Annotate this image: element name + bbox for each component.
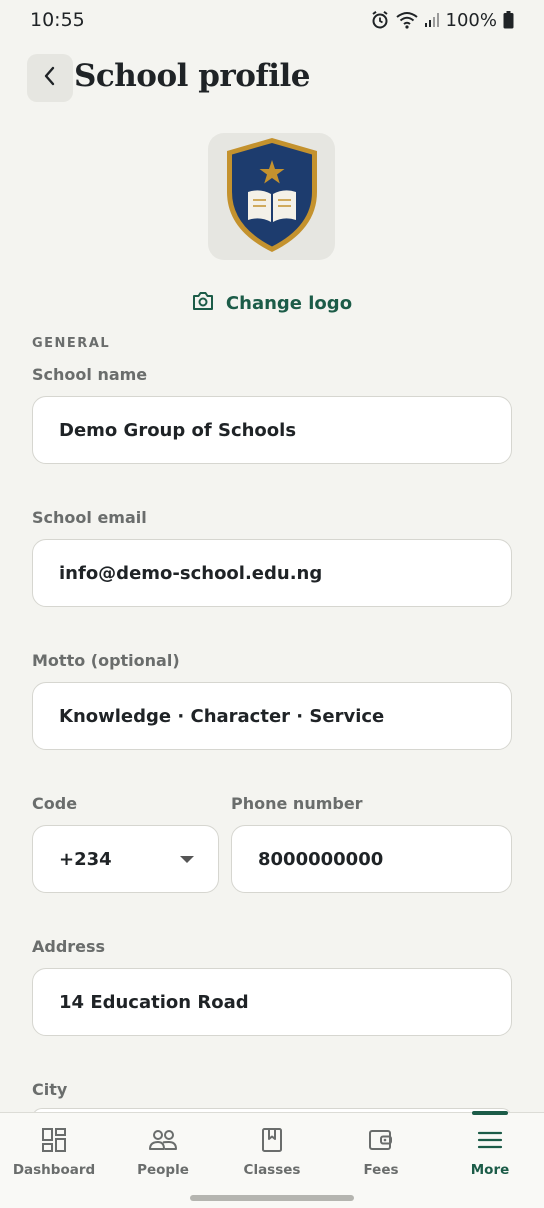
- address-value: 14 Education Road: [59, 991, 249, 1013]
- nav-classes-label: Classes: [243, 1162, 301, 1178]
- page-title: School profile: [74, 58, 311, 94]
- status-icons: 100%: [370, 10, 514, 31]
- school-name-value: Demo Group of Schools: [59, 419, 297, 441]
- change-logo-button[interactable]: Change logo: [0, 288, 544, 318]
- nav-dashboard[interactable]: Dashboard: [0, 1113, 108, 1185]
- book-icon: [260, 1126, 284, 1154]
- address-label: Address: [32, 937, 106, 956]
- nav-people[interactable]: People: [109, 1113, 217, 1185]
- status-bar: 10:55 100%: [0, 0, 544, 40]
- battery-icon: [503, 11, 514, 29]
- change-logo-label: Change logo: [225, 292, 353, 314]
- school-name-input[interactable]: Demo Group of Schools: [32, 396, 512, 464]
- motto-value: Knowledge · Character · Service: [59, 705, 385, 727]
- alarm-icon: [370, 10, 390, 30]
- code-label: Code: [32, 794, 78, 813]
- nav-classes[interactable]: Classes: [218, 1113, 326, 1185]
- shield-logo-icon: [221, 134, 323, 260]
- signal-icon: [424, 12, 440, 28]
- school-logo[interactable]: [208, 133, 335, 260]
- dashboard-icon: [41, 1126, 67, 1154]
- motto-label: Motto (optional): [32, 651, 180, 670]
- nav-fees-label: Fees: [363, 1162, 399, 1178]
- school-email-value: info@demo-school.edu.ng: [59, 562, 323, 584]
- nav-dashboard-label: Dashboard: [12, 1162, 96, 1178]
- wifi-icon: [395, 11, 418, 29]
- app-header: School profile: [0, 52, 544, 104]
- nav-fees[interactable]: Fees: [327, 1113, 435, 1185]
- nav-more-label: More: [470, 1162, 510, 1178]
- caret-down-icon: [180, 856, 194, 863]
- chevron-left-icon: [41, 65, 59, 91]
- menu-icon: [477, 1126, 503, 1154]
- country-code-value: +234: [59, 848, 112, 870]
- motto-input[interactable]: Knowledge · Character · Service: [32, 682, 512, 750]
- address-input[interactable]: 14 Education Road: [32, 968, 512, 1036]
- section-general-label: GENERAL: [32, 336, 111, 351]
- phone-number-label: Phone number: [231, 794, 363, 813]
- school-email-label: School email: [32, 508, 147, 527]
- camera-icon: [192, 291, 214, 316]
- city-label: City: [32, 1080, 68, 1099]
- nav-more[interactable]: More: [436, 1113, 544, 1185]
- people-icon: [148, 1126, 178, 1154]
- nav-people-label: People: [137, 1162, 189, 1178]
- status-time: 10:55: [30, 9, 85, 31]
- phone-number-input[interactable]: 8000000000: [231, 825, 512, 893]
- school-name-label: School name: [32, 365, 148, 384]
- country-code-select[interactable]: +234: [32, 825, 219, 893]
- school-email-input[interactable]: info@demo-school.edu.ng: [32, 539, 512, 607]
- wallet-icon: [368, 1126, 394, 1154]
- battery-level: 100%: [445, 9, 497, 31]
- phone-number-value: 8000000000: [258, 848, 384, 870]
- back-button[interactable]: [27, 54, 73, 102]
- home-indicator[interactable]: [190, 1195, 354, 1201]
- bottom-nav: Dashboard People Classes Fees More: [0, 1111, 544, 1208]
